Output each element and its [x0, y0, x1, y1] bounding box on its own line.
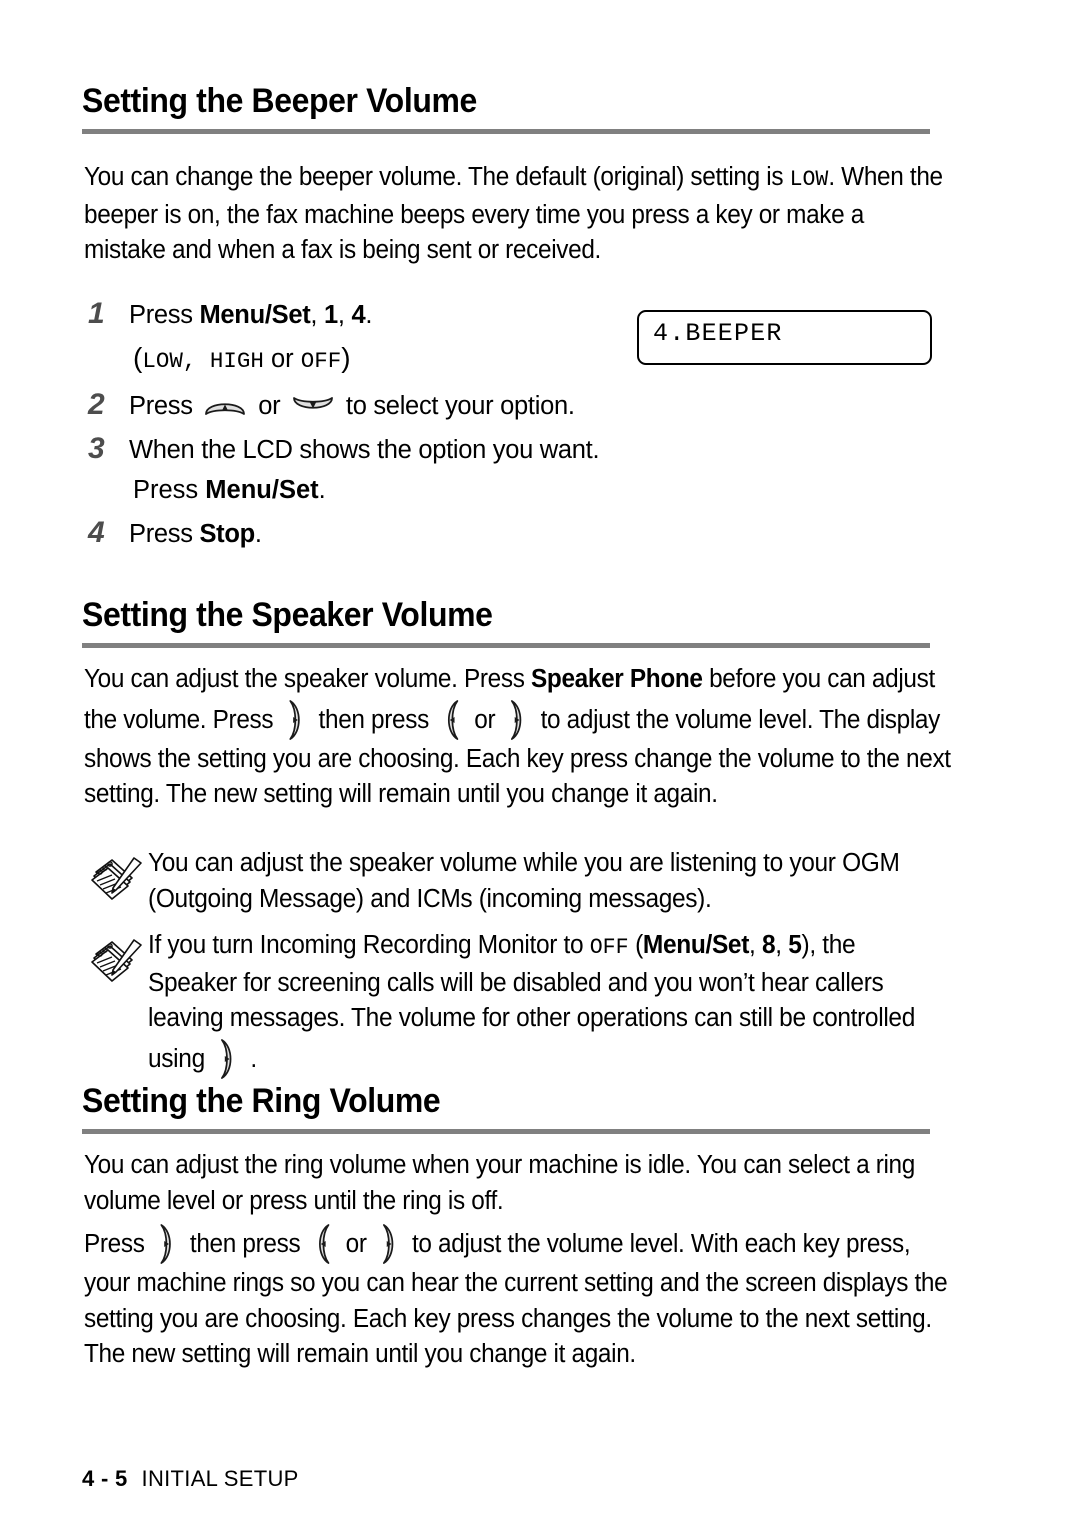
note-2-text-4: , — [775, 931, 789, 959]
step-1-option-low: LOW — [142, 347, 183, 374]
step-1-mid-2: , — [337, 301, 352, 329]
step-4-pre: Press — [129, 519, 200, 548]
step-1-paren-close: ) — [341, 341, 351, 373]
note-incoming-recording-monitor: If you turn Incoming Recording Monitor t… — [84, 928, 964, 1081]
speaker-text-1: You can adjust the speaker volume. Press — [84, 665, 532, 693]
lcd-display-box: 4.BEEPER — [637, 310, 932, 365]
step-1-option-high: HIGH — [209, 347, 264, 374]
footer-chapter-title: INITIAL SETUP — [141, 1466, 299, 1491]
step-1-paren-open: ( — [133, 341, 143, 373]
note-1-text: You can adjust the speaker volume while … — [148, 849, 900, 913]
step-3-bold-menuset: Menu/Set — [205, 476, 319, 504]
ring-text-2: then press — [183, 1230, 307, 1258]
step-1-or: or — [263, 344, 301, 373]
note-2-text-1: If you turn Incoming Recording Monitor t… — [148, 931, 590, 959]
arrow-down-key-icon[interactable] — [290, 391, 336, 421]
speaker-text-3: then press — [312, 705, 436, 734]
speaker-text-4: or — [467, 705, 502, 734]
page-title-ring: Setting the Ring Volume — [82, 1082, 441, 1120]
beeper-steps-list: 1 Press Menu/Set, 1, 4. (LOW, HIGH or OF… — [84, 296, 604, 552]
note-2-bold-menuset: Menu/Set — [642, 931, 750, 959]
step-1-text: Press Menu/Set, 1, 4. — [129, 296, 372, 334]
step-1-mid: , — [310, 301, 324, 329]
step-1-sep-1: , — [182, 347, 210, 374]
note-speaker-listening: You can adjust the speaker volume while … — [84, 846, 964, 917]
step-4-post: . — [254, 519, 262, 548]
ring-paragraph-2: Press then press or to adjust the volume… — [84, 1222, 953, 1373]
arrow-up-key-icon[interactable] — [202, 391, 248, 421]
step-1-option-off: OFF — [300, 347, 342, 374]
step-2-number: 2 — [88, 388, 105, 421]
note-2-text-2: ( — [628, 931, 643, 959]
heading-rule — [82, 128, 930, 134]
note-2-bold-8: 8 — [761, 931, 776, 959]
step-1-bold-1: 1 — [324, 301, 338, 329]
lcd-display-text: 4.BEEPER — [653, 319, 783, 348]
arrow-right-key-icon[interactable] — [154, 1222, 181, 1266]
step-4-bold-stop: Stop — [199, 519, 255, 548]
step-3-number: 3 — [88, 431, 105, 465]
beeper-intro-mono-low: LOW — [789, 166, 829, 192]
step-1: 1 Press Menu/Set, 1, 4. — [84, 296, 604, 334]
step-3-sub-post: . — [318, 476, 326, 504]
step-1-number: 1 — [88, 297, 105, 330]
heading-rule-ring — [82, 1128, 930, 1134]
note-2-mono-off: OFF — [589, 934, 629, 960]
beeper-intro-text-1: You can change the beeper volume. The de… — [84, 163, 790, 191]
section-beeper-volume: Setting the Beeper Volume — [82, 82, 942, 134]
note-2-text-6: . — [243, 1044, 257, 1073]
step-3-subinstruction: Press Menu/Set. — [84, 473, 604, 509]
arrow-right-key-icon[interactable] — [214, 1037, 241, 1081]
speaker-bold-speakerphone: Speaker Phone — [531, 665, 703, 693]
arrow-right-key-icon[interactable] — [505, 698, 532, 742]
step-2-post: to select your option. — [339, 392, 575, 420]
step-2-text: Press or to select your option. — [129, 387, 575, 425]
arrow-right-key-icon[interactable] — [283, 698, 310, 742]
note-pad-pencil-icon — [86, 850, 148, 906]
arrow-left-key-icon[interactable] — [438, 698, 465, 742]
beeper-intro-paragraph: You can change the beeper volume. The de… — [84, 160, 944, 269]
step-1-pre: Press — [129, 301, 200, 329]
section-ring-volume: Setting the Ring Volume — [82, 1082, 942, 1134]
note-pad-pencil-icon — [86, 932, 148, 988]
note-2-bold-5: 5 — [788, 931, 802, 959]
page-title-speaker: Setting the Speaker Volume — [82, 596, 493, 634]
page-footer: 4 - 5 INITIAL SETUP — [82, 1466, 299, 1492]
section-speaker-volume: Setting the Speaker Volume — [82, 596, 942, 648]
step-3: 3 When the LCD shows the option you want… — [84, 431, 804, 469]
step-1-options: (LOW, HIGH or OFF) — [84, 340, 604, 380]
footer-page-number: 4 - 5 — [82, 1466, 128, 1491]
step-1-post: . — [365, 301, 373, 329]
step-2: 2 Press or to select your option. — [84, 387, 604, 425]
step-3-text: When the LCD shows the option you want. — [129, 435, 600, 464]
note-2-text: If you turn Incoming Recording Monitor t… — [148, 928, 931, 1081]
ring-text-1: Press — [84, 1230, 152, 1258]
step-3-sub-pre: Press — [133, 476, 206, 504]
heading-rule-speaker — [82, 642, 930, 648]
arrow-left-key-icon[interactable] — [310, 1222, 337, 1266]
ring-paragraph-1: You can adjust the ring volume when your… — [84, 1151, 915, 1215]
step-4: 4 Press Stop. — [84, 515, 604, 553]
note-2-text-3: , — [749, 931, 762, 959]
step-4-number: 4 — [88, 515, 105, 549]
arrow-right-key-icon[interactable] — [376, 1222, 403, 1266]
step-2-pre: Press — [129, 392, 200, 420]
ring-text-3: or — [339, 1230, 374, 1258]
step-1-bold-4: 4 — [351, 301, 366, 329]
speaker-paragraph: You can adjust the speaker volume. Press… — [84, 662, 953, 813]
step-2-mid: or — [251, 392, 288, 420]
step-1-bold-menuset: Menu/Set — [199, 301, 311, 329]
manual-page: Setting the Beeper Volume You can change… — [0, 0, 1080, 1529]
page-title-beeper: Setting the Beeper Volume — [82, 82, 477, 120]
step-4-text: Press Stop. — [129, 515, 262, 553]
